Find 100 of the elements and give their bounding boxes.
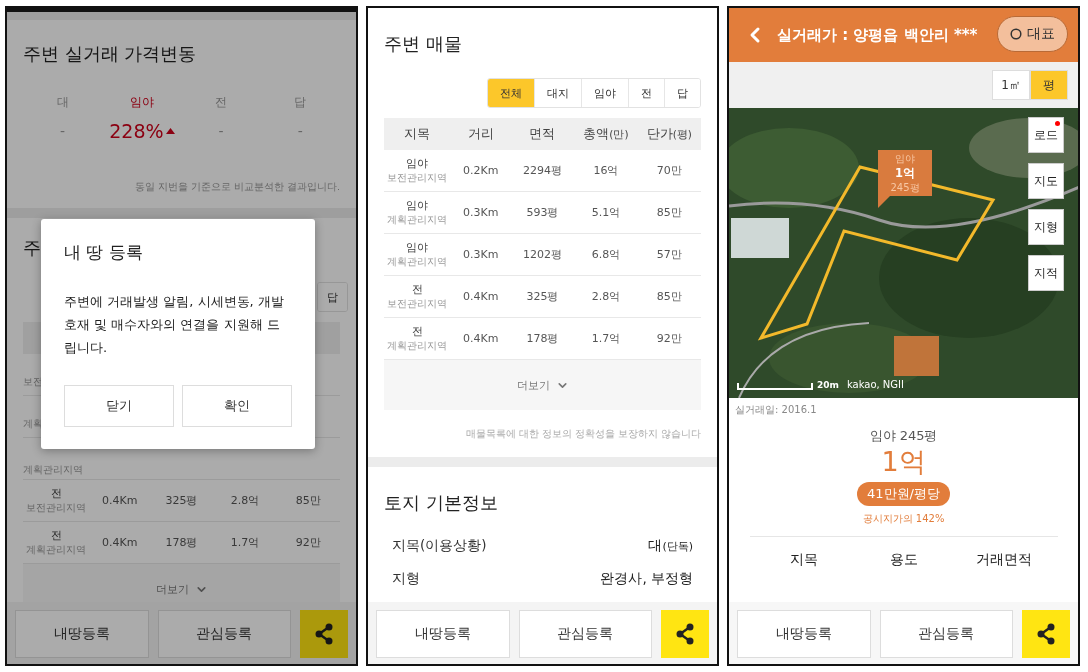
info-label: 지목(이용상황) bbox=[392, 536, 487, 555]
pin-button[interactable]: 대표 bbox=[997, 16, 1068, 52]
filter-tab[interactable]: 답 bbox=[664, 79, 700, 107]
scale-label: 20m bbox=[817, 380, 839, 390]
action-button[interactable]: 관심등록 bbox=[518, 610, 652, 658]
deal-price: 1억 bbox=[881, 445, 926, 479]
column-header: 면적 bbox=[528, 125, 557, 143]
zone-label: 보전관리지역 bbox=[387, 297, 448, 310]
dialog-button[interactable]: 닫기 bbox=[64, 385, 174, 427]
change-value: - bbox=[218, 123, 224, 139]
land-type: 전 bbox=[50, 487, 62, 501]
unit-toggle[interactable]: 평 bbox=[1030, 70, 1068, 100]
table-cell-text: 92만 bbox=[655, 331, 683, 346]
land-type-label: 전 bbox=[215, 94, 228, 111]
land-type-label: 임야 bbox=[129, 94, 154, 111]
table-cell-text: 178평 bbox=[525, 331, 560, 346]
table-cell-text: 85만 bbox=[655, 289, 683, 304]
table-cell-text: 16억 bbox=[592, 163, 620, 178]
action-button[interactable]: 내땅등록 bbox=[15, 610, 149, 658]
share-button[interactable] bbox=[661, 610, 709, 658]
share-icon bbox=[314, 623, 334, 645]
action-button[interactable]: 관심등록 bbox=[879, 610, 1013, 658]
column-header: 단가(평) bbox=[645, 125, 693, 143]
land-type: 임야 bbox=[406, 199, 429, 213]
zone-label: 계획관리지역 bbox=[387, 339, 448, 352]
zone-label: 보전관리지역 bbox=[387, 171, 448, 184]
change-value: 228% bbox=[109, 120, 164, 142]
land-type-label: 대 bbox=[56, 94, 69, 111]
table-cell-text: 92만 bbox=[294, 535, 322, 550]
table-cell-text: 85만 bbox=[655, 205, 683, 220]
table-cell-text: 0.4Km bbox=[461, 332, 500, 345]
share-icon bbox=[1036, 623, 1056, 645]
table-cell-text: 593평 bbox=[525, 205, 560, 220]
table-cell-text: 1.7억 bbox=[590, 331, 622, 346]
more-button[interactable]: 더보기 bbox=[384, 360, 701, 410]
circle-icon bbox=[1010, 28, 1022, 40]
map-layer-button[interactable]: 지도 bbox=[1028, 163, 1064, 199]
land-type: 전 bbox=[411, 325, 423, 339]
table-cell-text: 6.8억 bbox=[590, 247, 622, 262]
table-cell-text: 5.1억 bbox=[590, 205, 622, 220]
column-label: 용도 bbox=[888, 551, 919, 569]
unit-toggle[interactable]: 1㎡ bbox=[992, 70, 1030, 100]
land-type: 전 bbox=[50, 529, 62, 543]
table-cell-text: 0.3Km bbox=[461, 248, 500, 261]
filter-tab[interactable]: 전체 bbox=[488, 79, 534, 107]
table-cell-text: 57만 bbox=[655, 247, 683, 262]
share-button[interactable] bbox=[1022, 610, 1070, 658]
zone-label: 보전 bbox=[23, 375, 43, 388]
table-cell-text: 1202평 bbox=[522, 247, 563, 262]
table-cell-text: 0.3Km bbox=[461, 206, 500, 219]
column-header: 거리 bbox=[466, 125, 495, 143]
zone-label: 계획관리지역 bbox=[23, 463, 83, 476]
table-cell-text: 2.8억 bbox=[229, 493, 261, 508]
table-cell-text: 0.4Km bbox=[100, 536, 139, 549]
scale-bar-icon bbox=[737, 382, 813, 390]
more-button[interactable]: 더보기 bbox=[23, 564, 340, 602]
change-value: - bbox=[60, 123, 66, 139]
action-button[interactable]: 내땅등록 bbox=[376, 610, 510, 658]
column-label: 지목 bbox=[788, 551, 819, 569]
map-layer-button[interactable]: 지적 bbox=[1028, 255, 1064, 291]
zone-label: 보전관리지역 bbox=[26, 501, 87, 514]
share-button[interactable] bbox=[300, 610, 348, 658]
table-cell-text: 85만 bbox=[294, 493, 322, 508]
section-title: 토지 기본정보 bbox=[384, 491, 498, 515]
table-cell-text: 325평 bbox=[164, 493, 199, 508]
action-button[interactable]: 내땅등록 bbox=[737, 610, 871, 658]
filter-tab[interactable]: 답 bbox=[318, 283, 347, 311]
map-layer-button[interactable]: 로드 bbox=[1028, 117, 1064, 153]
section-title: 주변 매물 bbox=[384, 32, 462, 56]
dialog-message: 주변에 거래발생 알림, 시세변동, 개발호재 및 매수자와의 연결을 지원해 드립니다. bbox=[64, 293, 285, 357]
table-cell-text: 2294평 bbox=[522, 163, 563, 178]
zone-label: 계획관리지역 bbox=[26, 543, 87, 556]
note-text: 동일 지번을 기준으로 비교분석한 결과입니다. bbox=[133, 180, 340, 194]
column-header: 총액(만) bbox=[582, 125, 630, 143]
deal-date: 실거래일: 2016.1 bbox=[734, 403, 817, 417]
info-value: 대(단독) bbox=[648, 536, 693, 555]
unit-price-badge: 41만원/평당 bbox=[857, 482, 950, 506]
info-value: 완경사, 부정형 bbox=[600, 569, 693, 588]
dialog-button[interactable]: 확인 bbox=[182, 385, 292, 427]
price-ratio: 공시지가의 142% bbox=[862, 512, 945, 526]
action-button[interactable]: 관심등록 bbox=[157, 610, 291, 658]
column-header: 지목 bbox=[403, 125, 432, 143]
zone-label: 계획관리지역 bbox=[387, 213, 448, 226]
share-icon bbox=[675, 623, 695, 645]
land-type: 전 bbox=[411, 283, 423, 297]
zone-label: 계획관리지역 bbox=[387, 255, 448, 268]
info-label: 지형 bbox=[392, 569, 420, 588]
column-label: 거래면적 bbox=[974, 551, 1033, 569]
table-cell-text: 2.8억 bbox=[590, 289, 622, 304]
change-value: - bbox=[297, 123, 303, 139]
map-layer-button[interactable]: 지형 bbox=[1028, 209, 1064, 245]
pointer-icon bbox=[878, 196, 890, 208]
dialog-title: 내 땅 등록 bbox=[64, 241, 144, 264]
table-cell-text: 325평 bbox=[525, 289, 560, 304]
section-title: 주 bbox=[23, 236, 41, 260]
map-attribution: kakao, NGII bbox=[846, 379, 904, 390]
disclaimer-text: 매물목록에 대한 정보의 정확성을 보장하지 않습니다 bbox=[464, 427, 701, 441]
table-cell-text: 70만 bbox=[655, 163, 683, 178]
header-title: 실거래가 : 양평읍 백안리 *** bbox=[777, 25, 978, 45]
table-cell-text: 178평 bbox=[164, 535, 199, 550]
